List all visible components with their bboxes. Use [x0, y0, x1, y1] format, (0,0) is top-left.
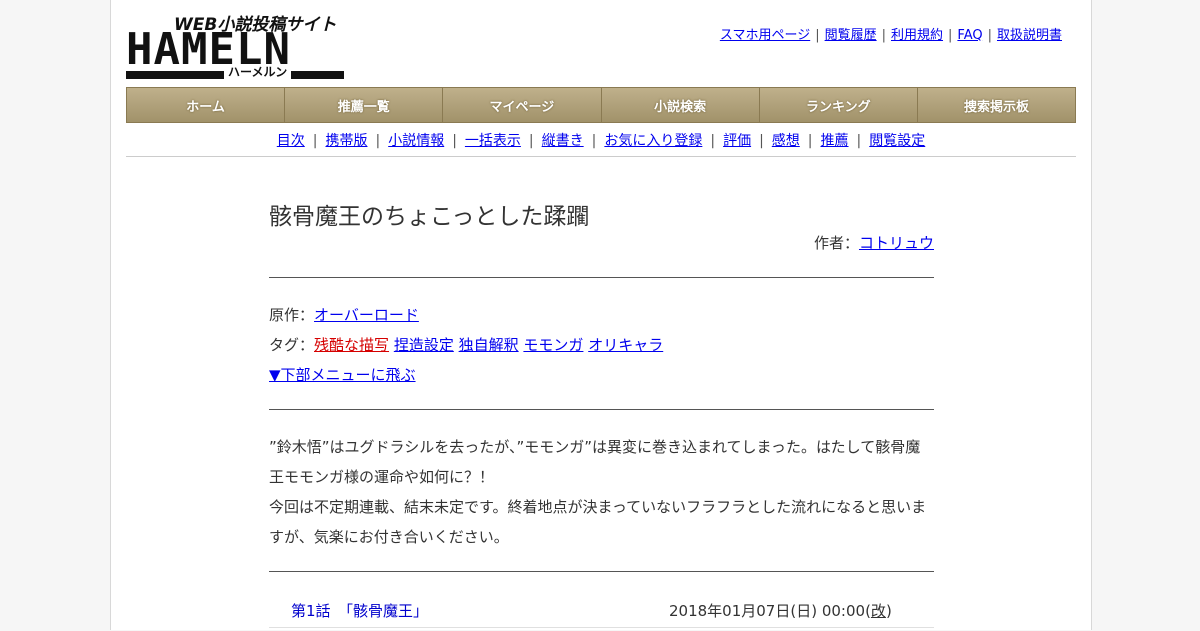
chapter-row: 第1話 「骸骨魔王」 2018年01月07日(日) 00:00(改) — [269, 597, 934, 631]
chapter-link[interactable]: 第1話 「骸骨魔王」 — [291, 600, 428, 621]
chapter-date: 2018年01月07日(日) 00:00(改) — [669, 602, 892, 620]
main-nav: ホーム 推薦一覧 マイページ 小説検索 ランキング 捜索掲示板 — [126, 87, 1076, 123]
author-link[interactable]: コトリュウ — [859, 234, 934, 252]
link-history[interactable]: 閲覧履歴 — [825, 28, 877, 43]
divider — [126, 156, 1076, 157]
novel-title: 骸骨魔王のちょこっとした蹂躙 — [269, 204, 590, 230]
divider — [269, 277, 934, 278]
subnav-novel-info[interactable]: 小説情報 — [388, 133, 444, 149]
tags-line: タグ：残酷な描写 捏造設定 独自解釈 モモンガ オリキャラ — [269, 334, 663, 355]
description-paragraph: ”鈴木悟”はユグドラシルを去ったが、”モモンガ”は異変に巻き込まれてしまった。は… — [269, 438, 921, 486]
subnav-toc[interactable]: 目次 — [277, 133, 305, 149]
jump-line: ▼下部メニューに飛ぶ — [269, 364, 416, 385]
nav-recommendations[interactable]: 推薦一覧 — [285, 88, 444, 122]
original-work-link[interactable]: オーバーロード — [314, 306, 419, 324]
nav-novel-search[interactable]: 小説検索 — [602, 88, 760, 122]
logo-kana: ハーメルン — [224, 65, 292, 79]
subnav-mobile[interactable]: 携帯版 — [325, 133, 367, 149]
tag-link[interactable]: オリキャラ — [588, 336, 663, 354]
novel-description: ”鈴木悟”はユグドラシルを去ったが、”モモンガ”は異変に巻き込まれてしまった。は… — [269, 432, 934, 552]
tags-label: タグ： — [269, 336, 315, 354]
author-label: 作者： — [813, 234, 859, 252]
nav-home[interactable]: ホーム — [127, 88, 286, 122]
sub-nav: 目次 | 携帯版 | 小説情報 | 一括表示 | 縦書き | お気に入り登録 | 評価 | 感想 | 推薦 | 閲覧… — [276, 133, 926, 149]
subnav-recommend[interactable]: 推薦 — [821, 133, 849, 149]
row-divider — [269, 627, 934, 628]
link-terms[interactable]: 利用規約 — [891, 28, 943, 43]
subnav-vertical[interactable]: 縦書き — [542, 133, 584, 149]
chapter-revised-link[interactable]: 改 — [871, 602, 886, 620]
nav-ranking[interactable]: ランキング — [760, 88, 918, 122]
divider — [269, 571, 934, 572]
link-smartphone-page[interactable]: スマホ用ページ — [720, 28, 810, 43]
original-label: 原作： — [269, 306, 315, 324]
tag-link[interactable]: 捏造設定 — [394, 336, 454, 354]
subnav-view-settings[interactable]: 閲覧設定 — [869, 133, 925, 149]
tag-link[interactable]: モモンガ — [523, 336, 583, 354]
link-manual[interactable]: 取扱説明書 — [997, 28, 1062, 43]
divider — [269, 409, 934, 410]
link-faq[interactable]: FAQ — [957, 28, 982, 43]
subnav-favorite[interactable]: お気に入り登録 — [604, 133, 702, 149]
subnav-rate[interactable]: 評価 — [723, 133, 751, 149]
top-links: スマホ用ページ | 閲覧履歴 | 利用規約 | FAQ | 取扱説明書 — [719, 28, 1062, 43]
description-paragraph: 今回は不定期連載、結末未定です。終着地点が決まっていないフラフラとした流れになる… — [269, 498, 927, 546]
author-line: 作者：コトリュウ — [814, 232, 934, 253]
original-work-line: 原作：オーバーロード — [269, 304, 419, 325]
chapter-date-text: 2018年01月07日(日) 00:00 — [669, 602, 866, 620]
tag-link[interactable]: 残酷な描写 — [314, 336, 389, 354]
hameln-logo[interactable]: WEB小説投稿サイト HAMELN ハーメルン — [126, 10, 346, 80]
subnav-review[interactable]: 感想 — [772, 133, 800, 149]
nav-mypage[interactable]: マイページ — [443, 88, 602, 122]
subnav-show-all[interactable]: 一括表示 — [465, 133, 521, 149]
nav-search-board[interactable]: 捜索掲示板 — [918, 88, 1075, 122]
jump-to-bottom-menu-link[interactable]: ▼下部メニューに飛ぶ — [269, 366, 416, 384]
tag-link[interactable]: 独自解釈 — [459, 336, 519, 354]
page-container: WEB小説投稿サイト HAMELN ハーメルン スマホ用ページ | 閲覧履歴 | 利用規… — [110, 0, 1092, 630]
